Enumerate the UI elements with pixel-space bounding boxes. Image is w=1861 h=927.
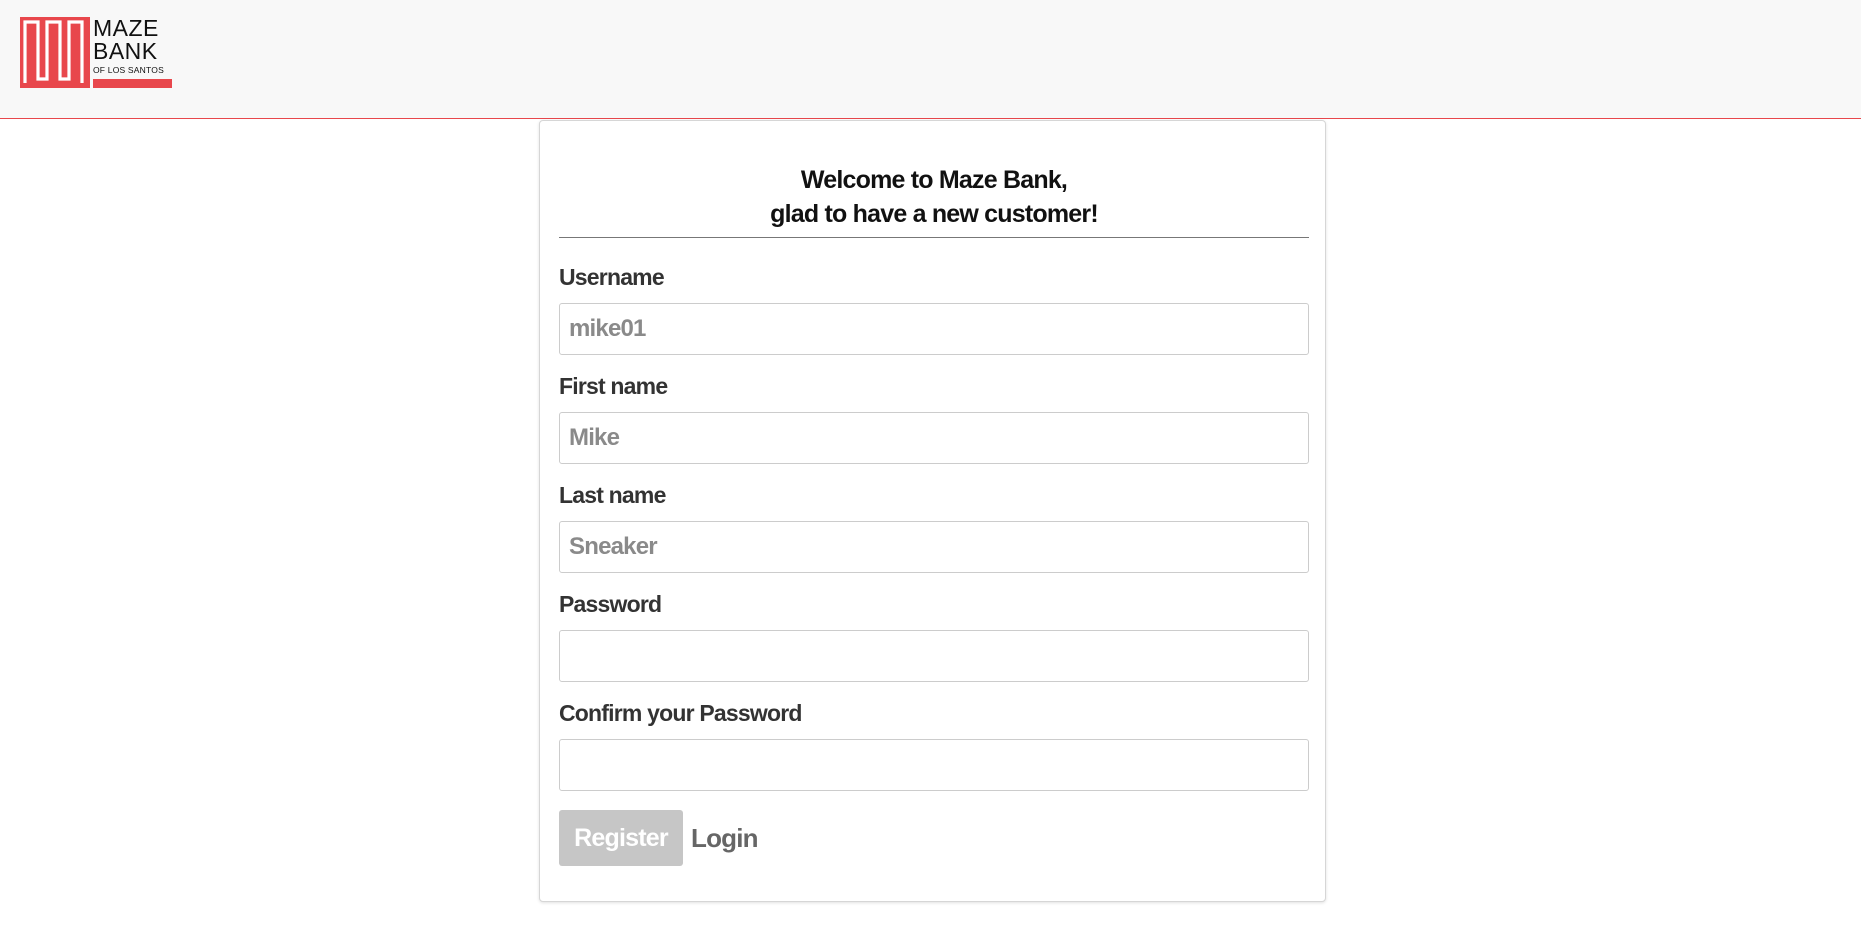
- first-name-input[interactable]: [559, 412, 1309, 464]
- logo-tagline: OF LOS SANTOS: [93, 65, 164, 75]
- confirm-password-input[interactable]: [559, 739, 1309, 791]
- form-title-line2: glad to have a new customer!: [770, 200, 1098, 228]
- top-navbar: MAZE BANK OF LOS SANTOS: [0, 0, 1861, 119]
- last-name-label: Last name: [559, 482, 666, 508]
- register-card: Welcome to Maze Bank, glad to have a new…: [539, 120, 1326, 902]
- form-title: Welcome to Maze Bank, glad to have a new…: [559, 163, 1309, 231]
- maze-logo-icon: [20, 17, 90, 88]
- logo-text-bank: BANK: [93, 38, 158, 64]
- title-divider: [559, 237, 1309, 238]
- password-input[interactable]: [559, 630, 1309, 682]
- form-title-line1: Welcome to Maze Bank,: [800, 166, 1068, 194]
- logo-text-maze: MAZE: [93, 15, 159, 41]
- username-input[interactable]: [559, 303, 1309, 355]
- last-name-input[interactable]: [559, 521, 1309, 573]
- password-label: Password: [559, 591, 662, 617]
- logo-accent-bar: [93, 79, 172, 88]
- username-label: Username: [559, 264, 665, 290]
- register-button[interactable]: Register: [559, 810, 683, 866]
- confirm-password-label: Confirm your Password: [559, 700, 802, 726]
- login-link[interactable]: Login: [691, 821, 759, 855]
- first-name-label: First name: [559, 373, 668, 399]
- maze-bank-logo[interactable]: MAZE BANK OF LOS SANTOS: [20, 17, 172, 89]
